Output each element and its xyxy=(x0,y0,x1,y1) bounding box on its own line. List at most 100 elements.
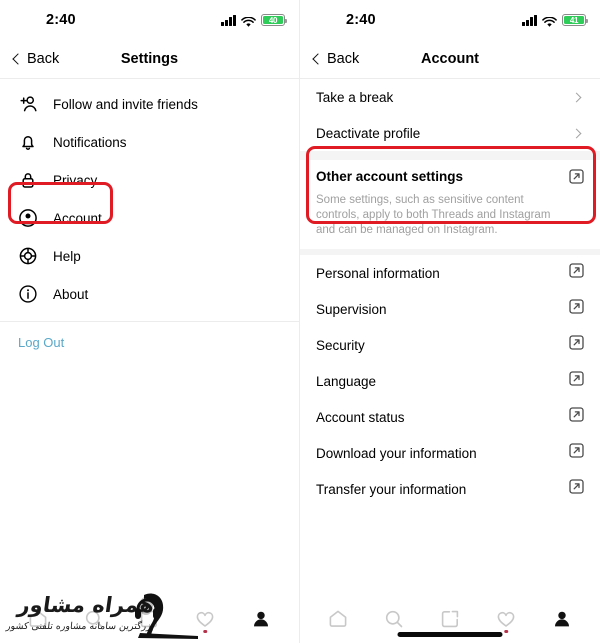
right-spacer xyxy=(300,507,600,595)
sidebar-item-notifications[interactable]: Notifications xyxy=(0,123,299,161)
sidebar-item-label: Notifications xyxy=(53,134,127,150)
battery-level-text: 40 xyxy=(263,16,283,25)
list-item-label: Language xyxy=(316,373,377,389)
tab-search[interactable] xyxy=(377,604,411,634)
back-button[interactable]: Back xyxy=(12,51,60,67)
list-item-label: Transfer your information xyxy=(316,481,467,497)
list-item-label: Account status xyxy=(316,409,405,425)
sidebar-item-follow-invite-friends[interactable]: Follow and invite friends xyxy=(0,85,299,123)
tab-compose[interactable] xyxy=(433,604,467,634)
external-link-icon xyxy=(569,263,584,283)
profile-icon xyxy=(555,611,569,627)
list-item-label: Security xyxy=(316,337,365,353)
tab-activity[interactable] xyxy=(489,604,523,634)
status-indicators: 41 xyxy=(522,0,588,40)
external-link-icon xyxy=(569,335,584,355)
activity-badge-dot xyxy=(504,629,508,633)
account-circle-icon xyxy=(18,208,38,228)
status-time: 2:40 xyxy=(46,12,76,28)
battery-level-text: 41 xyxy=(564,16,584,25)
status-indicators: 40 xyxy=(221,0,287,40)
chevron-left-icon xyxy=(12,53,24,65)
home-icon xyxy=(29,610,47,627)
compose-icon xyxy=(441,610,459,628)
section-separator xyxy=(300,151,600,160)
sidebar-item-label: About xyxy=(53,286,89,302)
battery-icon: 41 xyxy=(562,14,588,26)
external-link-icon xyxy=(569,443,584,463)
list-item-account-status[interactable]: Account status xyxy=(300,399,600,435)
log-out-button[interactable]: Log Out xyxy=(0,322,82,350)
list-item-label: Download your information xyxy=(316,445,477,461)
tab-search[interactable] xyxy=(77,604,111,634)
tab-profile[interactable] xyxy=(244,604,278,634)
sidebar-item-label: Help xyxy=(53,248,81,264)
wifi-icon xyxy=(542,15,557,27)
tab-home[interactable] xyxy=(321,604,355,634)
nav-bar-right: Back Account xyxy=(300,40,600,78)
sidebar-item-label: Account xyxy=(53,210,102,226)
lock-icon xyxy=(18,170,38,190)
external-link-icon xyxy=(569,407,584,427)
list-item-personal-information[interactable]: Personal information xyxy=(300,255,600,291)
tab-activity[interactable] xyxy=(188,604,222,634)
status-bar-right: 2:40 41 xyxy=(300,0,600,40)
status-time: 2:40 xyxy=(346,12,376,28)
other-account-settings-header: Other account settings xyxy=(316,169,584,189)
external-link-icon xyxy=(569,479,584,499)
settings-screen: 2:40 40 Back Settings Follow and invite … xyxy=(0,0,300,643)
search-icon xyxy=(385,610,403,628)
list-item-supervision[interactable]: Supervision xyxy=(300,291,600,327)
list-item-label: Supervision xyxy=(316,301,387,317)
sidebar-item-label: Privacy xyxy=(53,172,98,188)
sidebar-item-about[interactable]: About xyxy=(0,275,299,313)
list-item-language[interactable]: Language xyxy=(300,363,600,399)
heart-icon xyxy=(497,611,515,627)
wifi-icon xyxy=(241,15,256,27)
chevron-left-icon xyxy=(312,53,324,65)
home-icon xyxy=(329,610,347,627)
sidebar-item-privacy[interactable]: Privacy xyxy=(0,161,299,199)
cellular-signal-icon xyxy=(221,14,236,26)
list-item-other-account-settings[interactable]: Other account settings Some settings, su… xyxy=(300,160,600,249)
sidebar-item-account[interactable]: Account xyxy=(0,199,299,237)
lifebuoy-icon xyxy=(18,246,38,266)
nav-bar-left: Back Settings xyxy=(0,40,299,78)
tab-home[interactable] xyxy=(21,604,55,634)
account-screen: 2:40 41 Back Account Take a break Deacti… xyxy=(300,0,600,643)
cellular-signal-icon xyxy=(522,14,537,26)
bell-icon xyxy=(18,132,38,152)
heart-icon xyxy=(196,611,214,627)
list-item-label: Take a break xyxy=(316,89,394,105)
other-account-settings-title: Other account settings xyxy=(316,169,464,184)
settings-menu: Follow and invite friends Notifications xyxy=(0,79,299,352)
external-link-icon xyxy=(569,169,584,189)
tab-bar-left xyxy=(0,595,299,643)
list-item-label: Personal information xyxy=(316,265,440,281)
status-bar-left: 2:40 40 xyxy=(0,0,299,40)
list-item-deactivate-profile[interactable]: Deactivate profile xyxy=(300,115,600,151)
info-circle-icon xyxy=(18,284,38,304)
search-icon xyxy=(85,610,102,628)
compose-icon xyxy=(141,610,158,628)
home-indicator-bar xyxy=(397,632,503,637)
list-item-take-a-break[interactable]: Take a break xyxy=(300,79,600,115)
sidebar-item-help[interactable]: Help xyxy=(0,237,299,275)
dual-screenshot-container: 2:40 40 Back Settings Follow and invite … xyxy=(0,0,600,643)
back-label: Back xyxy=(327,51,360,67)
add-person-icon xyxy=(18,94,38,114)
list-item-download-your-information[interactable]: Download your information xyxy=(300,435,600,471)
list-item-security[interactable]: Security xyxy=(300,327,600,363)
list-item-transfer-your-information[interactable]: Transfer your information xyxy=(300,471,600,507)
back-button[interactable]: Back xyxy=(312,51,360,67)
external-link-icon xyxy=(569,299,584,319)
back-label: Back xyxy=(27,51,60,67)
account-menu: Take a break Deactivate profile Other ac… xyxy=(300,79,600,507)
tab-compose[interactable] xyxy=(132,604,166,634)
profile-icon xyxy=(254,611,269,627)
tab-profile[interactable] xyxy=(545,604,579,634)
left-spacer xyxy=(0,352,299,595)
activity-badge-dot xyxy=(203,629,208,633)
list-item-label: Deactivate profile xyxy=(316,125,421,141)
sidebar-item-label: Follow and invite friends xyxy=(53,96,198,112)
